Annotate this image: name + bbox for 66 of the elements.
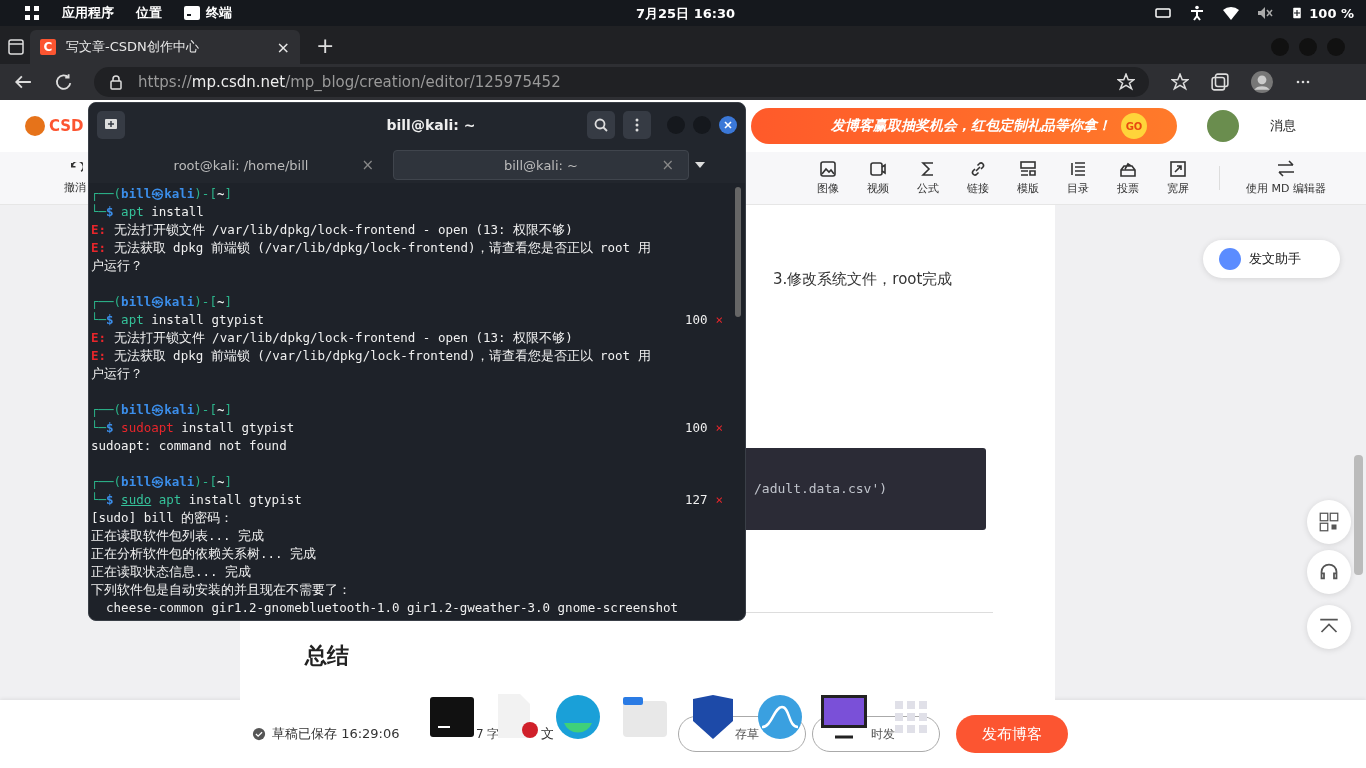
browser-tab[interactable]: C 写文章-CSDN创作中心 × (30, 30, 300, 64)
menu-item[interactable]: 位置 (136, 4, 162, 22)
settings-link[interactable]: 文 (541, 725, 554, 743)
undo-button[interactable]: 撤消 (63, 161, 87, 195)
sigma-tool[interactable]: 公式 (903, 160, 953, 196)
switch-editor-button[interactable]: 使用 MD 编辑器 (1236, 160, 1336, 196)
image-tool[interactable]: 图像 (803, 160, 853, 196)
battery-level: 100 % (1309, 5, 1354, 21)
word-count: 7 字 (476, 725, 500, 743)
output-line: 正在分析软件包的依赖关系树... 完成 (91, 545, 318, 563)
prompt-marker: └─$ (91, 311, 114, 329)
link-tool[interactable]: 链接 (953, 160, 1003, 196)
prompt-marker: └─$ (91, 419, 114, 437)
error-line: E: 无法打开锁文件 /var/lib/dpkg/lock-frontend - open (13: 权限不够) (91, 329, 574, 347)
output-line: 下列软件包是自动安装的并且现在不需要了： (91, 581, 352, 599)
output-line: 户运行？ (91, 365, 144, 383)
expand-tool[interactable]: 宽屏 (1153, 160, 1203, 196)
new-tab-button[interactable]: + (316, 30, 335, 64)
prompt-marker: └─$ (91, 203, 114, 221)
output-line: 正在读取软件包列表... 完成 (91, 527, 266, 545)
prompt-marker: └─$ (91, 491, 114, 509)
error-line: E: 无法打开锁文件 /var/lib/dpkg/lock-frontend - open (13: 权限不够) (91, 221, 574, 239)
output-line: 户运行？ (91, 257, 144, 275)
output-line: cheese-common gir1.2-gnomebluetooth-1.0 gir1.2-gweather-3.0 gnome-screenshot (105, 599, 679, 617)
output-line: sudoapt: command not found (91, 437, 288, 455)
video-tool[interactable]: 视频 (853, 160, 903, 196)
command-word: sudo (121, 491, 152, 509)
command-word: apt (121, 311, 144, 329)
clock[interactable]: 7月25日 16:30 (636, 5, 736, 23)
exit-status: 100 × (684, 311, 723, 329)
error-line: E: 无法获取 dpkg 前端锁 (/var/lib/dpkg/lock-frontend)，请查看您是否正以 root 用 (91, 239, 652, 257)
prompt-line: ┌──(bill㉿kali)-[~] (91, 185, 233, 203)
menu-item[interactable]: 应用程序 (62, 4, 114, 22)
close-tab-button[interactable]: × (276, 37, 290, 57)
menu-item[interactable]: 终端 (206, 4, 232, 22)
list-item-text: 3.修改系统文件，root完成 (773, 270, 953, 288)
list-tool[interactable]: 目录 (1053, 160, 1103, 196)
command-word: install (151, 203, 204, 221)
vote-tool[interactable]: 投票 (1103, 160, 1153, 196)
exit-status: 127 × (684, 491, 723, 509)
command-word: install gtypist (181, 419, 295, 437)
window-title: bill@kali: ~ (385, 117, 476, 133)
template-tool[interactable]: 模版 (1003, 160, 1053, 196)
assistant-button[interactable]: 发文助手 (1203, 240, 1340, 278)
command-word: apt (158, 491, 182, 509)
address-bar[interactable]: https://mp.csdn.net/mp_blog/creation/editor/125975452 (94, 67, 1149, 97)
close-tab-button[interactable]: × (361, 156, 374, 174)
url-text: https://mp.csdn.net/mp_blog/creation/editor/125975452 (138, 73, 561, 91)
output-line: [sudo] bill 的密码： (91, 509, 235, 527)
output-line: 正在读取状态信息... 完成 (91, 563, 253, 581)
favicon: C (40, 39, 56, 55)
prompt-line: ┌──(bill㉿kali)-[~] (91, 293, 233, 311)
terminal-tab[interactable]: root@kali: /home/bill × (93, 150, 389, 180)
command-word: install gtypist (188, 491, 302, 509)
save-status: 草稿已保存 16:29:06 (272, 725, 400, 743)
terminal-tab[interactable]: bill@kali: ~ × (393, 150, 689, 180)
section-heading: 总结 (305, 642, 350, 670)
command-word: sudoapt (121, 419, 174, 437)
error-line: E: 无法获取 dpkg 前端锁 (/var/lib/dpkg/lock-frontend)，请查看您是否正以 root 用 (91, 347, 652, 365)
command-word: install gtypist (151, 311, 265, 329)
messages-link[interactable]: 消息 (1270, 117, 1296, 135)
close-tab-button[interactable]: × (661, 156, 674, 174)
prompt-line: ┌──(bill㉿kali)-[~] (91, 473, 233, 491)
command-word: apt (121, 203, 144, 221)
exit-status: 100 × (684, 419, 723, 437)
prompt-line: ┌──(bill㉿kali)-[~] (91, 401, 233, 419)
